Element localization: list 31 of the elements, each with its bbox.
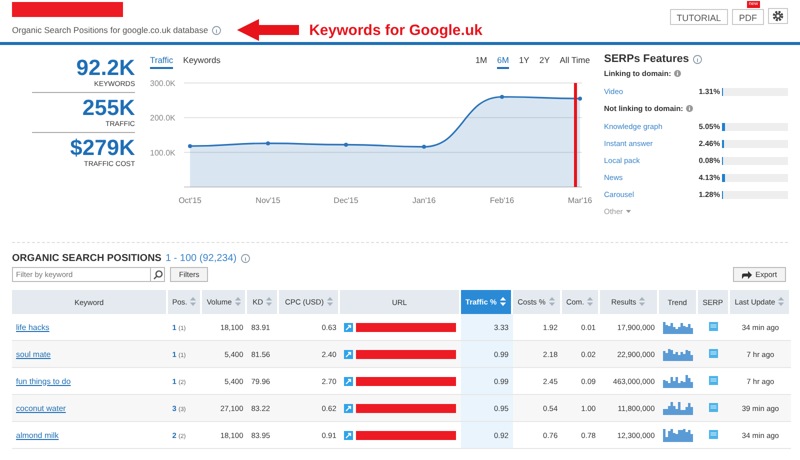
stat-value: 255K — [81, 95, 135, 121]
chart-tab[interactable]: Keywords — [183, 55, 220, 69]
stat-value: $279K — [69, 135, 135, 161]
y-axis-label: 300.0K — [150, 79, 176, 88]
x-axis-label: Nov'15 — [256, 196, 280, 205]
period-tab[interactable]: 6M — [497, 55, 509, 69]
period-tab[interactable]: All Time — [560, 55, 590, 69]
period-tab[interactable]: 2Y — [539, 55, 550, 69]
section-title: ORGANIC SEARCH POSITIONS — [12, 253, 162, 264]
keyword-link[interactable]: almond milk — [16, 430, 59, 440]
toolbar-button[interactable]: TUTORIAL — [670, 9, 728, 25]
annotation-text: Keywords for Google.uk — [309, 22, 482, 38]
x-axis-label: Jan'16 — [412, 196, 436, 205]
toolbar-button[interactable]: PDF — [732, 9, 764, 25]
x-axis-label: Mar'16 — [568, 196, 592, 205]
x-axis-label: Feb'16 — [490, 196, 514, 205]
y-axis-label: 100.0K — [150, 148, 176, 158]
x-axis-label: Oct'15 — [178, 196, 202, 205]
chart-tab[interactable]: Traffic — [150, 55, 174, 69]
stat-value: 92.2K — [75, 55, 135, 81]
x-axis-label: Dec'15 — [334, 196, 358, 205]
period-tab[interactable]: 1M — [475, 55, 488, 69]
range-text: 1 - 100 (92,234) — [165, 253, 237, 264]
y-axis-label: 200.0K — [150, 114, 176, 123]
subtitle: Organic Search Positions for google.co.uk database — [12, 25, 208, 35]
keyword-link[interactable]: fun things to do — [16, 376, 71, 386]
keyword-link[interactable]: soul mate — [16, 350, 51, 358]
period-tab[interactable]: 1Y — [518, 55, 530, 69]
keyword-link[interactable]: coconut water — [16, 404, 66, 412]
keyword-link[interactable]: life hacks — [16, 322, 50, 332]
panel-title: SERPs Features — [604, 53, 689, 65]
